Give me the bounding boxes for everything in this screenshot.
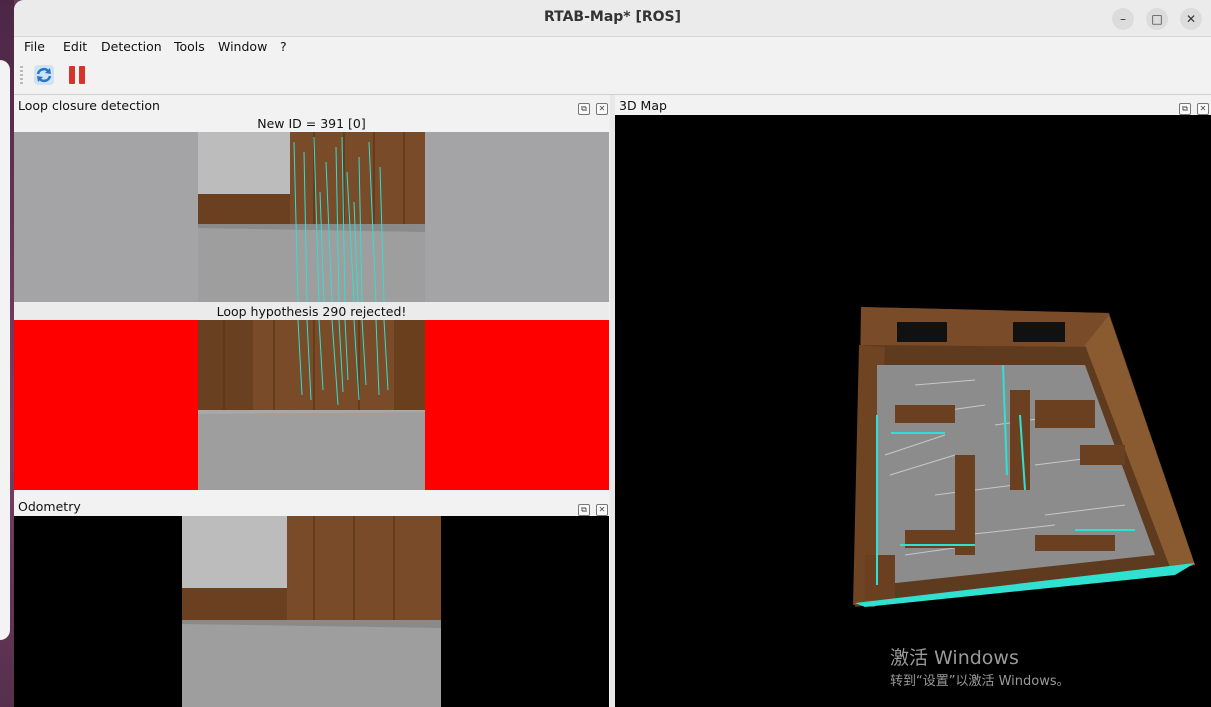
toolbar-grip[interactable]	[20, 66, 23, 86]
maximize-button[interactable]: □	[1146, 8, 1168, 30]
activation-watermark-text: 转到“设置”以激活 Windows。	[890, 674, 1070, 689]
menu-bar: File Edit Detection Tools Window ?	[14, 37, 1211, 56]
new-image-view	[14, 132, 609, 302]
map-dock-title[interactable]: 3D Map ⧉ ✕	[615, 95, 1211, 115]
odometry-image-view	[14, 516, 609, 707]
float-dock-button[interactable]: ⧉	[1179, 103, 1192, 115]
pause-icon[interactable]	[66, 64, 88, 86]
dock-button-group: ⧉ ✕	[1177, 99, 1209, 115]
toolbar	[14, 56, 1211, 95]
loop-closure-dock-title[interactable]: Loop closure detection ⧉ ✕	[14, 95, 610, 115]
menu-edit[interactable]: Edit	[63, 39, 87, 54]
minimize-button[interactable]: –	[1112, 8, 1134, 30]
float-dock-button[interactable]: ⧉	[578, 504, 591, 516]
close-dock-button[interactable]: ✕	[1197, 103, 1209, 115]
menu-window[interactable]: Window	[218, 39, 267, 54]
background-window-edge	[0, 60, 10, 640]
map-title: 3D Map	[619, 98, 667, 113]
menu-detection[interactable]: Detection	[101, 39, 162, 54]
app-window: RTAB-Map* [ROS] – □ ✕ File Edit Detectio…	[14, 0, 1211, 707]
menu-tools[interactable]: Tools	[174, 39, 205, 54]
close-button[interactable]: ✕	[1180, 8, 1202, 30]
loop-image-view	[14, 320, 609, 490]
window-title: RTAB-Map* [ROS]	[543, 9, 682, 25]
hypothesis-caption: Loop hypothesis 290 rejected!	[216, 304, 407, 319]
close-dock-button[interactable]: ✕	[596, 504, 608, 516]
title-bar[interactable]: RTAB-Map* [ROS] – □ ✕	[14, 0, 1211, 37]
float-dock-button[interactable]: ⧉	[578, 103, 591, 115]
menu-file[interactable]: File	[24, 39, 45, 54]
close-dock-button[interactable]: ✕	[596, 103, 608, 115]
activation-watermark-title: 激活 Windows	[890, 647, 1019, 669]
menu-help[interactable]: ?	[280, 39, 287, 54]
dock-button-group: ⧉ ✕	[576, 500, 608, 516]
refresh-icon[interactable]	[33, 64, 55, 86]
dock-button-group: ⧉ ✕	[576, 99, 608, 115]
3d-map-view[interactable]	[615, 115, 1211, 707]
loop-closure-title: Loop closure detection	[18, 98, 160, 113]
odometry-title: Odometry	[18, 499, 81, 514]
odometry-dock-title[interactable]: Odometry ⧉ ✕	[14, 496, 610, 516]
new-id-caption: New ID = 391 [0]	[257, 116, 366, 131]
